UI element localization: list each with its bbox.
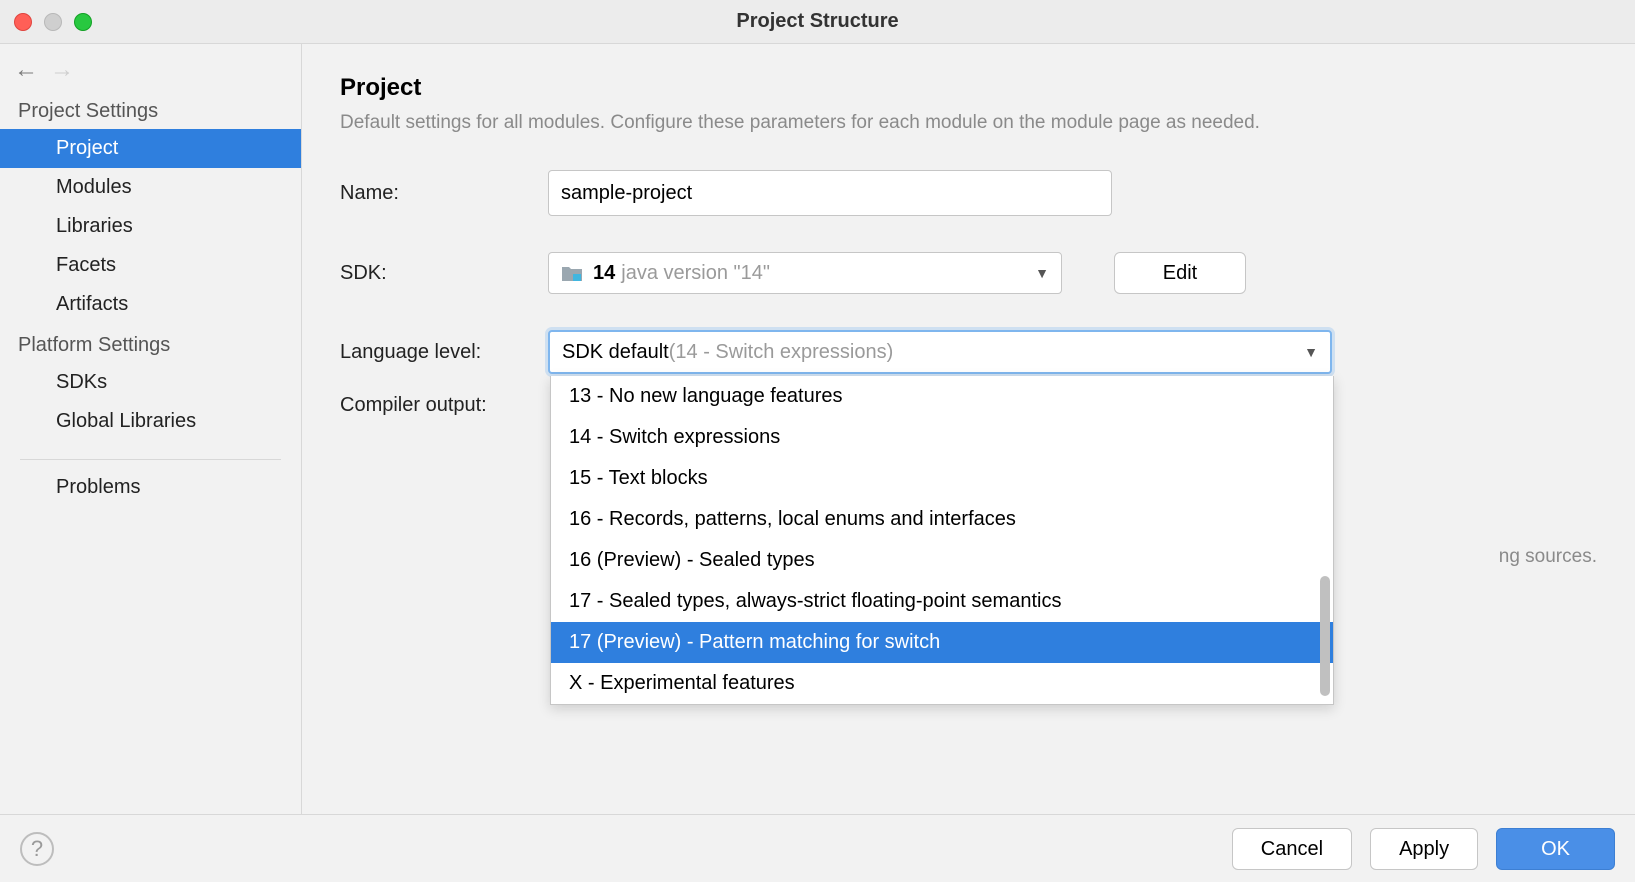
cancel-button[interactable]: Cancel [1232,828,1352,870]
folder-icon [561,264,583,282]
language-level-label: Language level: [340,341,548,364]
language-level-selected-hint: (14 - Switch expressions) [669,341,894,364]
page-subtitle: Default settings for all modules. Config… [340,112,1597,134]
language-level-select[interactable]: SDK default (14 - Switch expressions) ▼ … [548,330,1332,374]
ok-button[interactable]: OK [1496,828,1615,870]
project-name-input[interactable]: sample-project [548,170,1112,216]
sdk-selected-version: java version "14" [621,262,770,285]
language-level-option[interactable]: 14 - Switch expressions [551,417,1333,458]
dropdown-scrollbar[interactable] [1320,576,1330,696]
sidebar-section-project-settings: Project Settings [0,90,301,129]
help-button[interactable]: ? [20,832,54,866]
sidebar-item-facets[interactable]: Facets [0,246,301,285]
sidebar-divider [20,459,281,460]
sidebar-section-platform-settings: Platform Settings [0,324,301,363]
sidebar-item-libraries[interactable]: Libraries [0,207,301,246]
back-icon[interactable]: ← [14,56,38,84]
help-icon: ? [31,836,43,862]
language-level-option[interactable]: 17 (Preview) - Pattern matching for swit… [551,622,1333,663]
sidebar-item-problems[interactable]: Problems [0,468,301,507]
language-level-option[interactable]: 16 (Preview) - Sealed types [551,540,1333,581]
page-title: Project [340,74,1597,102]
language-level-dropdown: 13 - No new language features 14 - Switc… [550,376,1334,705]
sidebar-item-global-libraries[interactable]: Global Libraries [0,402,301,441]
chevron-down-icon: ▼ [1304,344,1318,360]
sdk-edit-button[interactable]: Edit [1114,252,1246,294]
window-title: Project Structure [0,10,1635,33]
chevron-down-icon: ▼ [1035,265,1049,281]
language-level-option[interactable]: 15 - Text blocks [551,458,1333,499]
forward-icon: → [50,56,74,84]
sdk-selected-number: 14 [593,262,615,285]
title-bar: Project Structure [0,0,1635,44]
sidebar-item-sdks[interactable]: SDKs [0,363,301,402]
compiler-hint-fragment: ng sources. [1499,546,1597,568]
sidebar-item-project[interactable]: Project [0,129,301,168]
name-label: Name: [340,182,548,205]
language-level-option[interactable]: 16 - Records, patterns, local enums and … [551,499,1333,540]
apply-button[interactable]: Apply [1370,828,1478,870]
main-panel: Project Default settings for all modules… [302,44,1635,814]
sidebar-item-modules[interactable]: Modules [0,168,301,207]
dialog-footer: ? Cancel Apply OK [0,814,1635,882]
language-level-selected: SDK default [562,341,669,364]
sidebar-item-artifacts[interactable]: Artifacts [0,285,301,324]
sdk-label: SDK: [340,262,548,285]
sidebar: ← → Project Settings Project Modules Lib… [0,44,302,814]
sdk-select[interactable]: 14 java version "14" ▼ [548,252,1062,294]
language-level-option[interactable]: X - Experimental features [551,663,1333,704]
language-level-option[interactable]: 13 - No new language features [551,376,1333,417]
language-level-option[interactable]: 17 - Sealed types, always-strict floatin… [551,581,1333,622]
compiler-output-label: Compiler output: [340,394,548,417]
